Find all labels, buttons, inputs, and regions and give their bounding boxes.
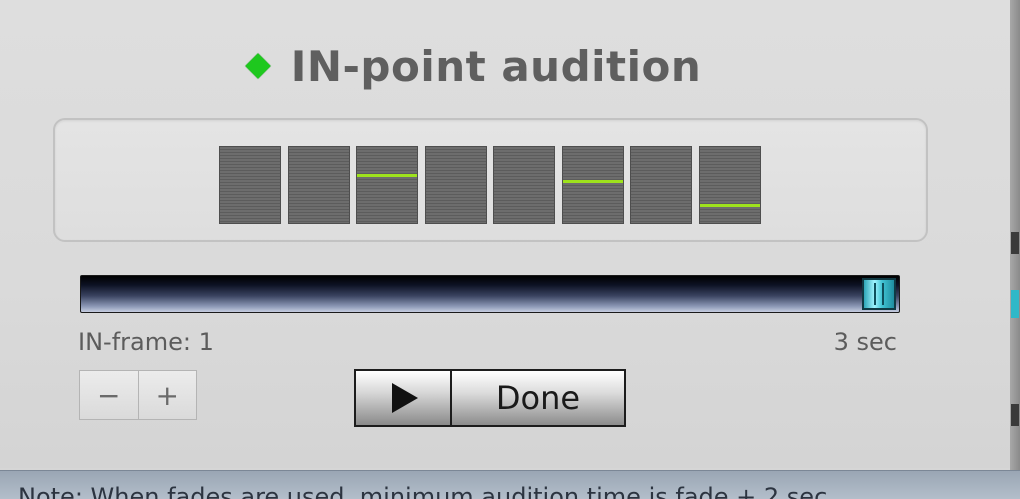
frame-cell <box>562 146 624 224</box>
slider-thumb[interactable] <box>862 278 896 310</box>
frame-level-line <box>357 174 417 177</box>
increment-button[interactable]: + <box>137 371 197 419</box>
title-row: IN-point audition <box>0 38 950 94</box>
frame-cell <box>699 146 761 224</box>
frame-level-line <box>563 180 623 183</box>
frame-stepper: − + <box>79 370 197 420</box>
play-button[interactable] <box>356 371 452 425</box>
frame-level-line <box>700 204 760 207</box>
frame-cell <box>219 146 281 224</box>
in-point-slider[interactable] <box>80 275 900 313</box>
edge-marker-highlight <box>1011 290 1019 318</box>
playback-controls: Done <box>354 369 626 427</box>
duration-label: 3 sec <box>833 328 897 356</box>
window-right-edge <box>1010 0 1020 470</box>
audition-panel: IN-point audition IN-frame: 1 3 sec − + … <box>0 0 1011 468</box>
note-bar: Note: When fades are used, minimum audit… <box>0 470 1020 499</box>
done-button[interactable]: Done <box>452 371 624 425</box>
frame-cell <box>288 146 350 224</box>
diamond-icon <box>244 53 271 79</box>
frame-strip <box>219 146 764 224</box>
play-icon <box>392 383 418 413</box>
dialog-title: IN-point audition <box>290 41 702 91</box>
in-frame-label: IN-frame: 1 <box>78 328 214 356</box>
frame-cell <box>425 146 487 224</box>
decrement-button[interactable]: − <box>80 371 138 419</box>
edge-marker <box>1011 232 1019 254</box>
frame-cell <box>630 146 692 224</box>
edge-marker <box>1011 404 1019 426</box>
note-text: Note: When fades are used, minimum audit… <box>18 483 828 499</box>
frame-cell <box>493 146 555 224</box>
frame-cell <box>356 146 418 224</box>
